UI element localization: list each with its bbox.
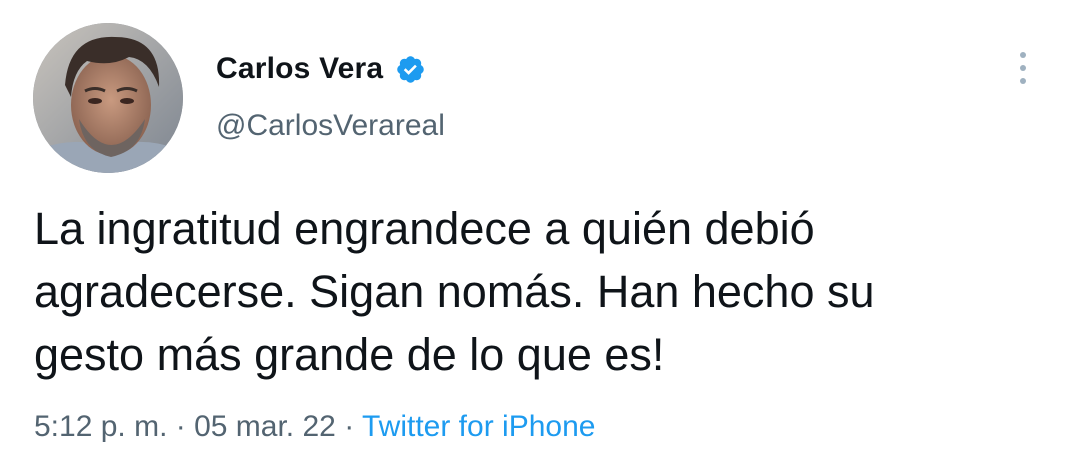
author-name-row[interactable]: Carlos Vera (216, 52, 426, 86)
tweet-date[interactable]: 05 mar. 22 (194, 410, 336, 443)
tweet-text: La ingratitud engrandece a quién debió a… (34, 197, 1044, 386)
verified-badge-icon (395, 54, 426, 85)
meta-separator: · (344, 410, 355, 443)
more-vertical-icon[interactable] (1013, 50, 1033, 86)
tweet-text-line: gesto más grande de lo que es! (34, 329, 665, 380)
tweet-text-line: La ingratitud engrandece a quién debió (34, 203, 815, 254)
author-display-name[interactable]: Carlos Vera (216, 52, 383, 86)
tweet-text-line: agradecerse. Sigan nomás. Han hecho su (34, 266, 875, 317)
tweet-time[interactable]: 5:12 p. m. (34, 410, 167, 443)
tweet-meta: 5:12 p. m. · 05 mar. 22 · Twitter for iP… (34, 410, 595, 444)
meta-separator: · (175, 410, 186, 443)
author-handle[interactable]: @CarlosVerareal (216, 109, 445, 143)
tweet-source-link[interactable]: Twitter for iPhone (362, 410, 595, 443)
tweet-card: Carlos Vera @CarlosVerareal La ingratitu… (0, 0, 1079, 472)
avatar-photo (33, 23, 183, 173)
avatar[interactable] (33, 23, 183, 173)
